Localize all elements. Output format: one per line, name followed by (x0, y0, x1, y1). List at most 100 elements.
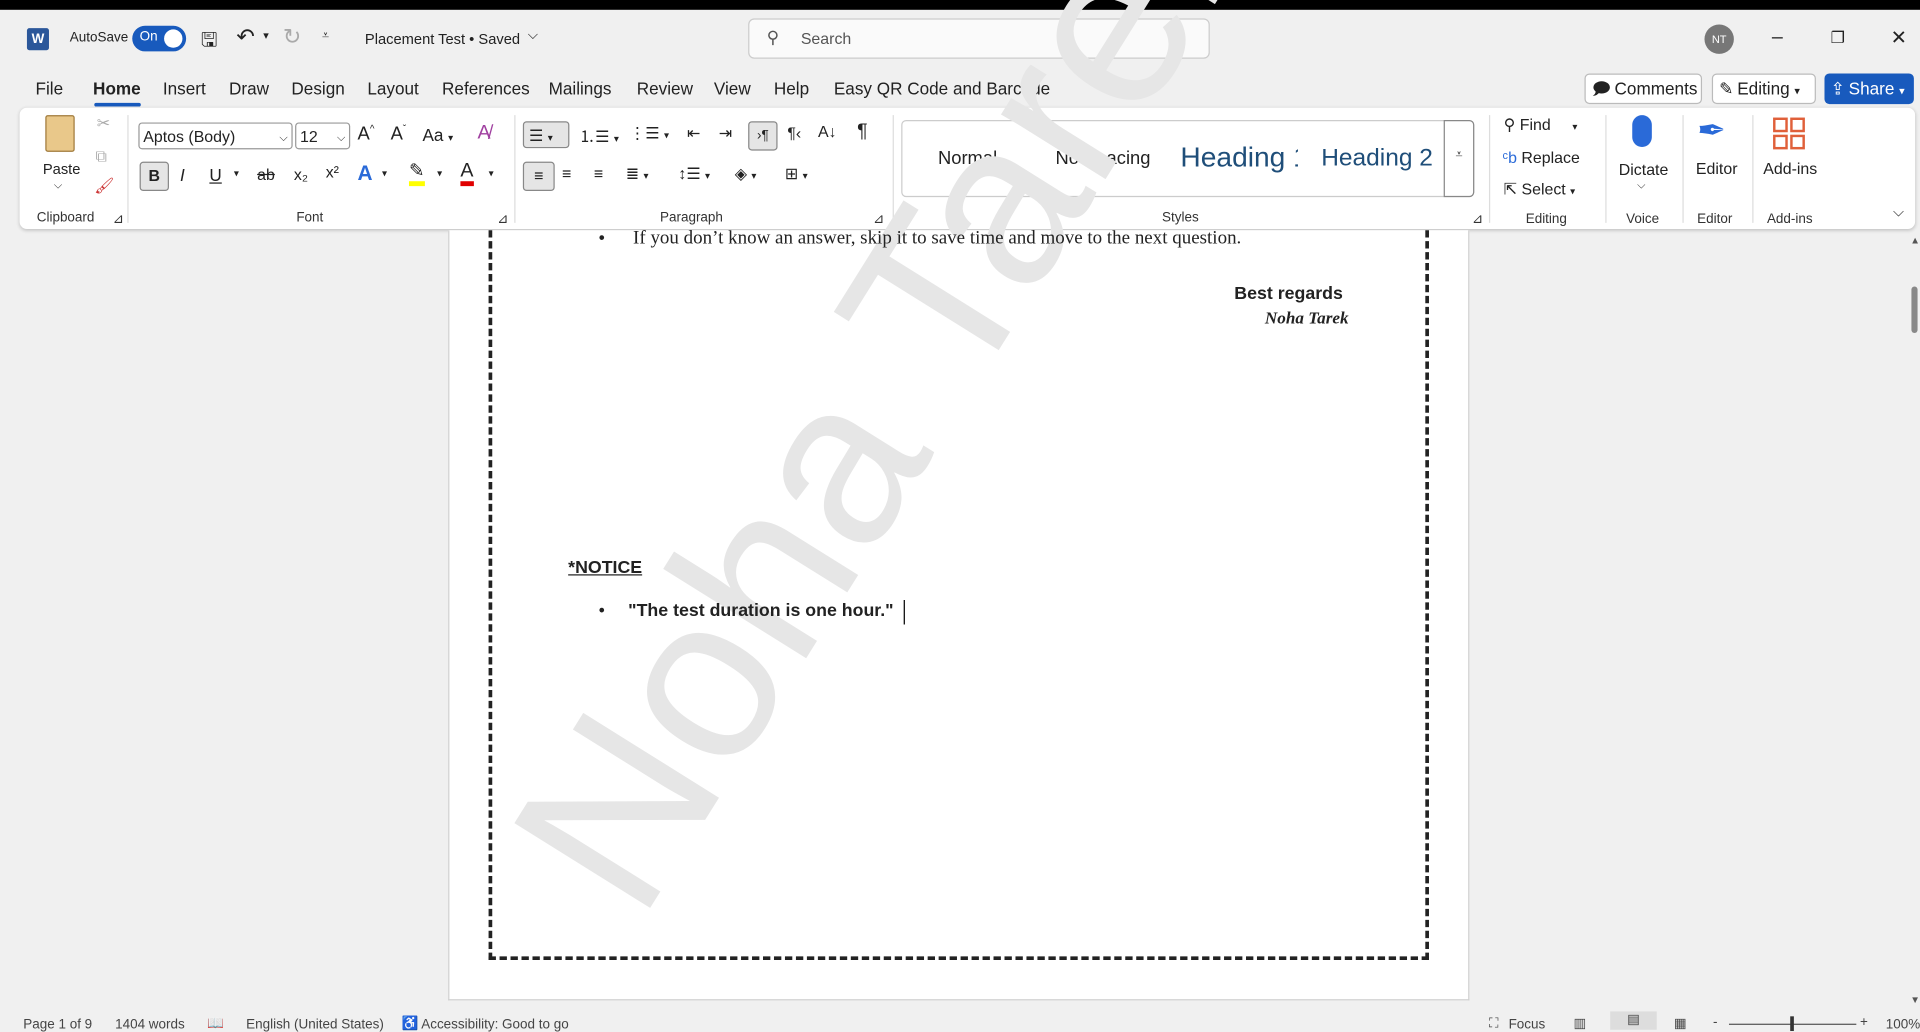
add-ins-button[interactable]: Add-ins (1763, 159, 1817, 177)
style-heading-2[interactable]: Heading 2 (1321, 144, 1433, 172)
proofing-icon[interactable]: 📖 (207, 1015, 224, 1031)
editing-mode-button[interactable]: ✎ Editing ▾ (1711, 73, 1816, 105)
signature-text[interactable]: Noha Tarek (1265, 310, 1349, 330)
rtl-direction-icon[interactable]: ¶‹ (787, 124, 801, 142)
format-painter-icon[interactable]: 🖌 (94, 176, 114, 196)
underline-button[interactable]: U (209, 165, 221, 185)
comments-button[interactable]: 🗩 Comments (1584, 73, 1703, 105)
zoom-out-icon[interactable]: - (1713, 1015, 1717, 1030)
tab-draw[interactable]: Draw (229, 78, 269, 98)
share-button[interactable]: ⇪ Share ▾ (1824, 73, 1914, 105)
align-right-icon[interactable]: ≡ (594, 164, 603, 182)
line-spacing-button[interactable]: ↕☰ ▾ (678, 164, 710, 184)
minimize-icon[interactable]: – (1772, 27, 1783, 49)
avatar[interactable]: NT (1704, 24, 1734, 54)
editor-button[interactable]: Editor (1696, 159, 1738, 177)
ltr-direction-button[interactable]: ›¶ (748, 121, 778, 151)
text-effects-icon[interactable]: A (358, 162, 373, 186)
font-size-select[interactable]: 12 ⌵ (295, 122, 351, 150)
undo-icon[interactable]: ↶ (236, 24, 254, 50)
title-chevron-icon[interactable]: ⌵ (528, 28, 538, 44)
font-color-icon[interactable]: A (460, 161, 474, 187)
tab-view[interactable]: View (714, 78, 751, 98)
increase-indent-icon[interactable]: ⇥ (719, 124, 732, 144)
search-input[interactable]: Search (801, 29, 851, 47)
clear-formatting-icon[interactable]: A̸ (478, 122, 491, 144)
subscript-button[interactable]: x₂ (294, 165, 308, 183)
strikethrough-button[interactable]: ab (257, 165, 275, 183)
dictate-button[interactable]: Dictate (1619, 160, 1669, 178)
decrease-indent-icon[interactable]: ⇤ (687, 124, 700, 144)
tab-references[interactable]: References (442, 78, 530, 98)
autosave-toggle[interactable]: On (132, 25, 187, 52)
paste-button[interactable] (42, 115, 79, 159)
save-icon[interactable]: 🖫 (201, 27, 218, 60)
add-ins-icon[interactable] (1773, 117, 1805, 150)
zoom-in-icon[interactable]: + (1860, 1015, 1868, 1030)
tab-layout[interactable]: Layout (367, 78, 418, 98)
dictate-dropdown-icon[interactable]: ⌵ (1637, 179, 1645, 192)
tab-home[interactable]: Home (93, 78, 141, 98)
multilevel-list-button[interactable]: ⋮☰ ▾ (629, 124, 669, 144)
tab-insert[interactable]: Insert (163, 78, 206, 98)
copy-icon[interactable]: ⧉ (96, 147, 107, 167)
superscript-button[interactable]: x² (326, 163, 339, 181)
restore-icon[interactable]: ❐ (1831, 28, 1845, 48)
select-button[interactable]: ⇱ Select ▾ (1504, 180, 1575, 200)
change-case-button[interactable]: Aa ▾ (422, 125, 453, 145)
scroll-down-icon[interactable]: ▼ (1910, 994, 1920, 1005)
regards-text[interactable]: Best regards (1234, 284, 1343, 304)
highlight-icon[interactable]: ✎ (408, 161, 425, 187)
justify-button[interactable]: ≣ ▾ (626, 164, 649, 184)
bullets-button[interactable]: ☰ ▾ (522, 121, 570, 149)
collapse-ribbon-icon[interactable]: ⌵ (1893, 203, 1904, 221)
zoom-slider-thumb[interactable] (1790, 1016, 1794, 1032)
grow-font-icon[interactable]: A^ (358, 124, 375, 145)
paste-dropdown-icon[interactable]: ⌵ (54, 179, 62, 192)
align-center-icon[interactable]: ≡ (562, 164, 571, 182)
sort-icon[interactable]: A↓ (818, 122, 837, 140)
shading-button[interactable]: ◈ ▾ (735, 164, 757, 184)
web-layout-icon[interactable]: ▦ (1674, 1015, 1687, 1031)
styles-launcher-icon[interactable]: ⊿ (1472, 211, 1483, 227)
clipboard-launcher-icon[interactable]: ⊿ (113, 211, 124, 227)
text-effects-dropdown-icon[interactable]: ▾ (382, 168, 387, 179)
show-formatting-icon[interactable]: ¶ (857, 121, 868, 143)
instruction-bullet-text[interactable]: If you don’t know an answer, skip it to … (633, 228, 1241, 250)
style-heading-1[interactable]: Heading 1 (1180, 141, 1298, 174)
borders-button[interactable]: ⊞ ▾ (785, 164, 808, 184)
font-launcher-icon[interactable]: ⊿ (497, 211, 508, 227)
font-color-dropdown-icon[interactable]: ▾ (489, 168, 494, 179)
tab-review[interactable]: Review (637, 78, 693, 98)
paste-label[interactable]: Paste (43, 160, 81, 177)
notice-heading[interactable]: *NOTICE (568, 558, 642, 578)
styles-more-icon[interactable]: ⩡ (1443, 120, 1475, 198)
redo-icon[interactable]: ↻ (283, 24, 301, 50)
italic-button[interactable]: I (180, 165, 185, 185)
underline-dropdown-icon[interactable]: ▾ (234, 168, 239, 179)
vertical-scrollbar-thumb[interactable] (1911, 286, 1918, 334)
align-left-button[interactable]: ≡ (522, 161, 555, 192)
scroll-up-icon[interactable]: ▲ (1910, 235, 1920, 246)
read-mode-icon[interactable]: ▥ (1573, 1015, 1586, 1031)
customize-toolbar-icon[interactable]: ⩡ (322, 29, 329, 42)
highlight-dropdown-icon[interactable]: ▾ (437, 168, 442, 179)
print-layout-icon[interactable]: ▤ (1610, 1011, 1657, 1030)
tab-file[interactable]: File (36, 78, 64, 98)
font-name-select[interactable]: Aptos (Body) ⌵ (138, 122, 293, 150)
tab-design[interactable]: Design (291, 78, 344, 98)
numbering-button[interactable]: ⒈☰ ▾ (579, 124, 619, 147)
find-button[interactable]: ⚲ Find ▾ (1504, 115, 1578, 135)
tab-help[interactable]: Help (774, 78, 809, 98)
notice-bullet-text[interactable]: "The test duration is one hour." (628, 601, 893, 621)
cut-icon[interactable]: ✂ (97, 114, 110, 134)
document-title[interactable]: Placement Test • Saved (365, 31, 520, 48)
replace-button[interactable]: ᶜb Replace (1502, 148, 1579, 166)
shrink-font-icon[interactable]: Aˇ (391, 124, 407, 145)
tab-mailings[interactable]: Mailings (549, 78, 612, 98)
undo-dropdown-icon[interactable]: ▾ (263, 29, 269, 42)
microphone-icon[interactable] (1632, 115, 1652, 147)
close-icon[interactable]: ✕ (1891, 26, 1907, 50)
editor-pen-icon[interactable]: ✒ (1697, 110, 1726, 150)
bold-button[interactable]: B (139, 161, 169, 192)
